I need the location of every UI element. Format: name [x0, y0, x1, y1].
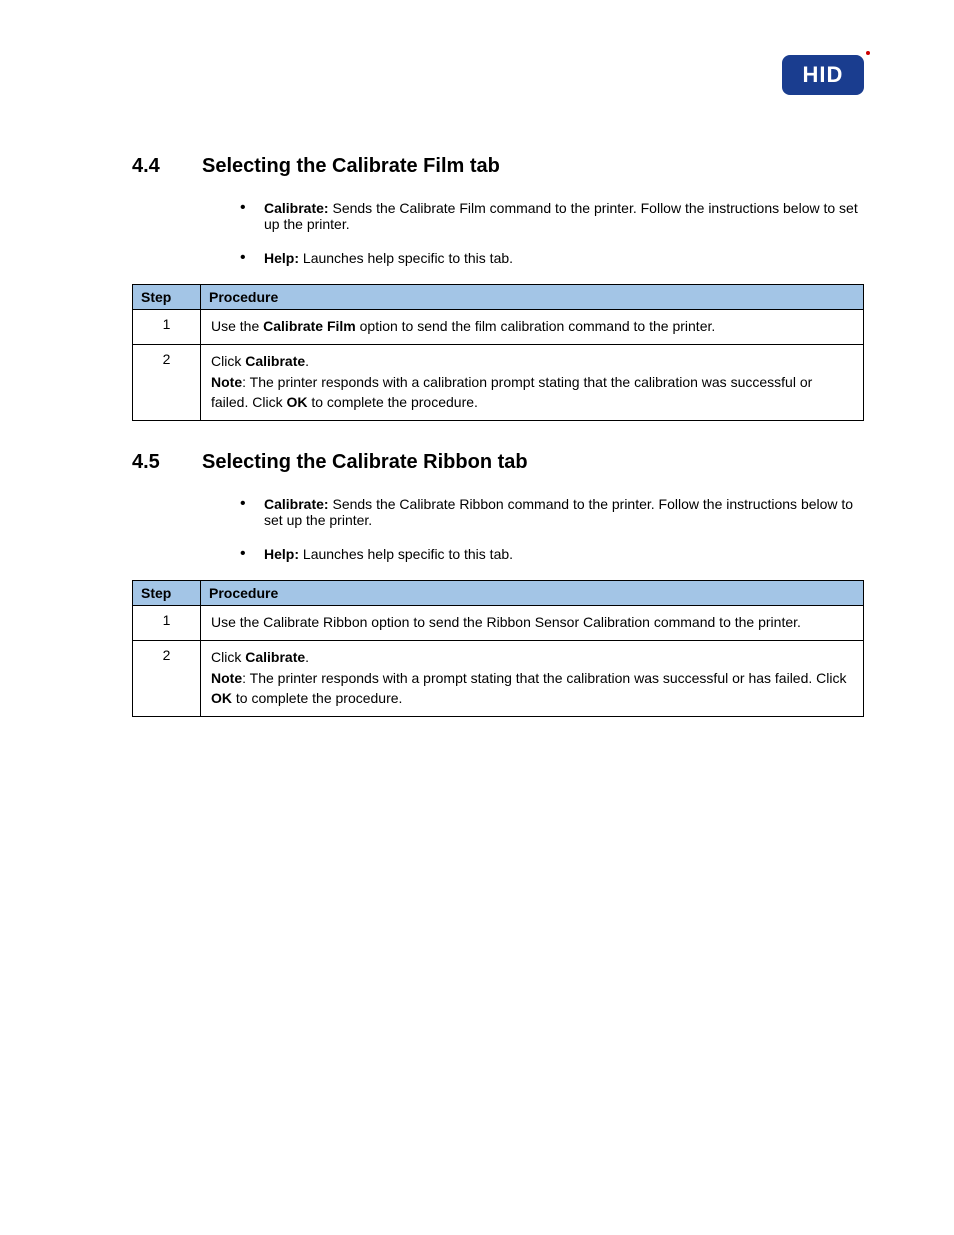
th-procedure: Procedure: [201, 285, 864, 310]
bullet-item: Help Launches help specific to this tab.: [240, 546, 864, 562]
heading-number: 4.4: [132, 155, 202, 178]
th-step: Step: [133, 581, 201, 606]
table-row: 2 Click Calibrate.Note: The printer resp…: [133, 345, 864, 421]
table-row: 2 Click Calibrate.Note: The printer resp…: [133, 641, 864, 717]
bullet-text: Launches help specific to this tab.: [303, 546, 513, 562]
bullet-item: Calibrate Sends the Calibrate Ribbon com…: [240, 496, 864, 528]
table-row: 1 Use the Calibrate Film option to send …: [133, 310, 864, 345]
table-header-row: Step Procedure: [133, 581, 864, 606]
cell-step: 2: [133, 641, 201, 717]
heading-number: 4.5: [132, 451, 202, 474]
hid-logo: HID: [782, 55, 864, 95]
cell-step: 2: [133, 345, 201, 421]
section-4-4: 4.4 Selecting the Calibrate Film tab Cal…: [132, 155, 864, 421]
heading-4-4: 4.4 Selecting the Calibrate Film tab: [132, 155, 864, 178]
cell-procedure: Use the Calibrate Ribbon option to send …: [201, 606, 864, 641]
th-procedure: Procedure: [201, 581, 864, 606]
cell-step: 1: [133, 606, 201, 641]
bullet-list-4-4: Calibrate Sends the Calibrate Film comma…: [240, 200, 864, 266]
bullet-item: Calibrate Sends the Calibrate Film comma…: [240, 200, 864, 232]
bullet-text: Sends the Calibrate Film command to the …: [264, 200, 858, 232]
bullet-label: Help: [264, 250, 299, 266]
document-page: HID 4.4 Selecting the Calibrate Film tab…: [0, 0, 954, 717]
bullet-label: Calibrate: [264, 200, 329, 216]
heading-title: Selecting the Calibrate Ribbon tab: [202, 451, 528, 474]
bullet-item: Help Launches help specific to this tab.: [240, 250, 864, 266]
table-header-row: Step Procedure: [133, 285, 864, 310]
heading-title: Selecting the Calibrate Film tab: [202, 155, 500, 178]
bullet-text: Launches help specific to this tab.: [303, 250, 513, 266]
bullet-list-4-5: Calibrate Sends the Calibrate Ribbon com…: [240, 496, 864, 562]
table-row: 1 Use the Calibrate Ribbon option to sen…: [133, 606, 864, 641]
section-4-5: 4.5 Selecting the Calibrate Ribbon tab C…: [132, 451, 864, 717]
cell-step: 1: [133, 310, 201, 345]
heading-4-5: 4.5 Selecting the Calibrate Ribbon tab: [132, 451, 864, 474]
hid-logo-text: HID: [803, 62, 844, 88]
procedure-table-4-4: Step Procedure 1 Use the Calibrate Film …: [132, 284, 864, 421]
header-row: HID: [90, 55, 864, 95]
cell-procedure: Click Calibrate.Note: The printer respon…: [201, 345, 864, 421]
procedure-table-4-5: Step Procedure 1 Use the Calibrate Ribbo…: [132, 580, 864, 717]
cell-procedure: Use the Calibrate Film option to send th…: [201, 310, 864, 345]
cell-procedure: Click Calibrate.Note: The printer respon…: [201, 641, 864, 717]
bullet-label: Help: [264, 546, 299, 562]
bullet-label: Calibrate: [264, 496, 329, 512]
th-step: Step: [133, 285, 201, 310]
bullet-text: Sends the Calibrate Ribbon command to th…: [264, 496, 853, 528]
